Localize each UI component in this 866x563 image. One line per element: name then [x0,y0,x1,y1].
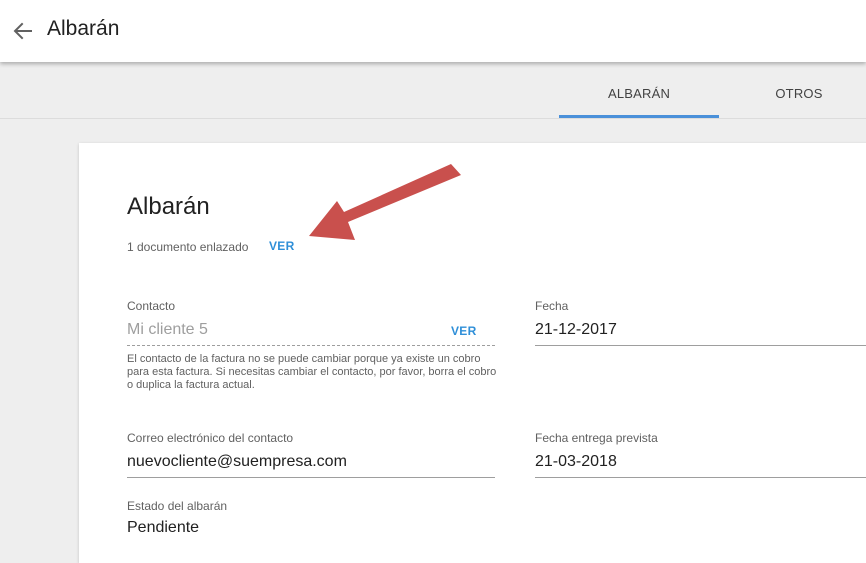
email-underline [127,477,495,478]
email-field[interactable]: nuevocliente@suempresa.com [127,453,347,471]
delivery-date-field[interactable]: 21-03-2018 [535,453,617,471]
back-button[interactable] [10,18,36,44]
contact-helper-text: El contacto de la factura no se puede ca… [127,353,497,391]
tab-albaran[interactable]: ALBARÁN [559,62,719,118]
contact-field: Mi cliente 5 [127,321,208,338]
view-linked-documents-button[interactable]: VER [269,239,295,253]
linked-documents-text: 1 documento enlazado [127,240,249,254]
active-tab-indicator [559,115,719,118]
arrow-left-icon [13,22,32,40]
delivery-date-underline [535,477,866,478]
status-field[interactable]: Pendiente [127,519,199,537]
card-title: Albarán [127,193,210,220]
view-contact-button[interactable]: VER [451,324,477,338]
page-title: Albarán [47,17,120,40]
delivery-date-label: Fecha entrega prevista [535,431,658,445]
status-label: Estado del albarán [127,499,228,513]
email-label: Correo electrónico del contacto [127,431,294,445]
contact-label: Contacto [127,299,176,313]
tab-otros[interactable]: OTROS [719,62,866,118]
fecha-label: Fecha [535,299,569,313]
fecha-underline [535,345,866,346]
tab-bar: ALBARÁN OTROS [0,62,866,119]
fecha-field[interactable]: 21-12-2017 [535,321,617,339]
contact-underline [127,345,495,346]
albaran-card: Albarán 1 documento enlazado VER Contact… [79,143,866,563]
app-bar: Albarán [0,0,866,62]
